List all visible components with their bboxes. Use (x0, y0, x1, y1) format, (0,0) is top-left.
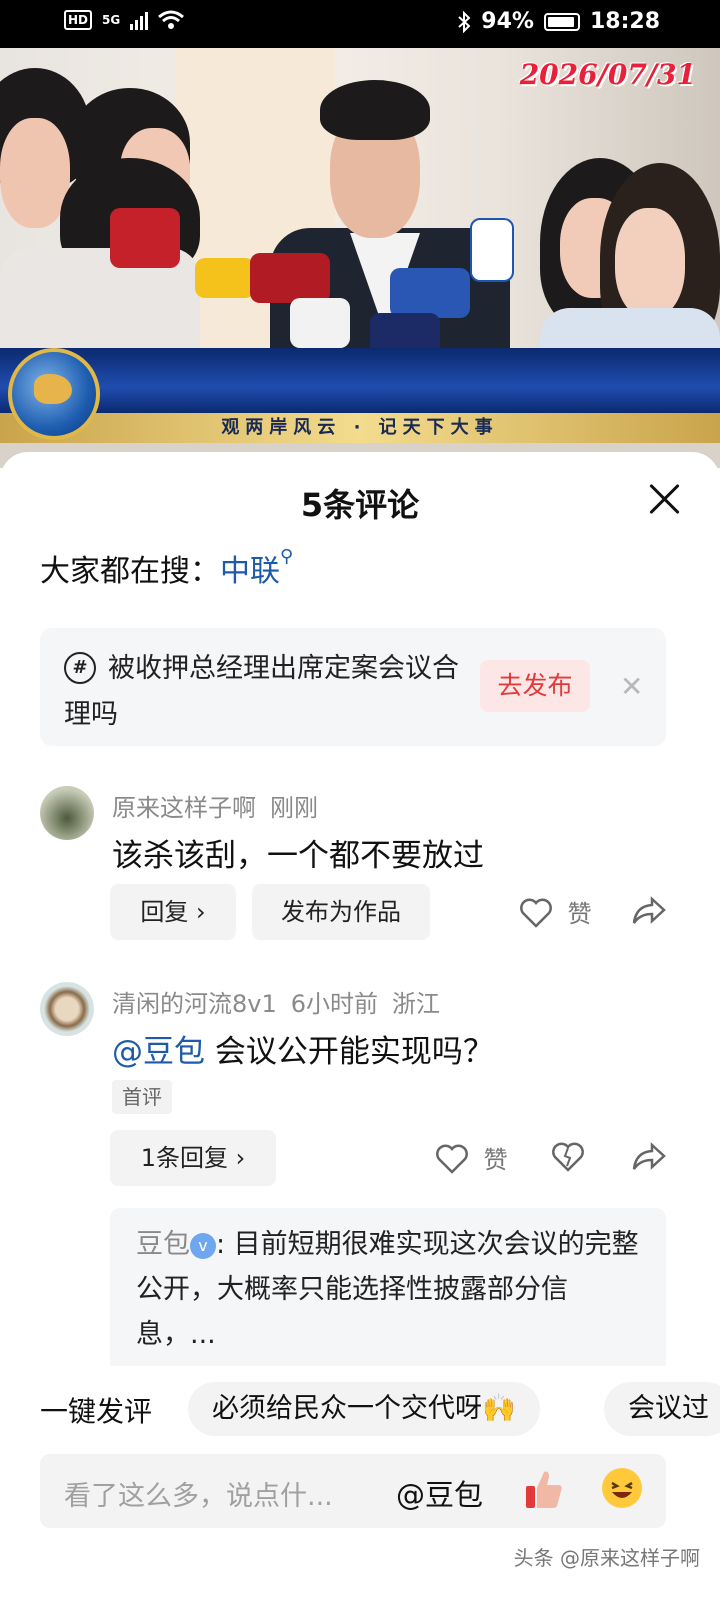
comment-time: 6小时前 (290, 990, 379, 1018)
avatar[interactable] (40, 786, 94, 840)
verified-icon: v (190, 1233, 216, 1259)
like-button[interactable]: 赞 (520, 894, 592, 929)
comment-text: 该杀该刮，一个都不要放过 (112, 838, 484, 874)
wifi-icon (158, 10, 185, 29)
news-ticker: 观两岸风云 · 记天下大事 (0, 413, 720, 443)
network-label: 5G (102, 13, 121, 27)
battery-percent: 94% (481, 9, 534, 34)
watermark: 头条 @原来这样子啊 (513, 1546, 700, 1570)
publish-topic-button[interactable]: 去发布 (480, 660, 590, 712)
reply-author: 豆包 (136, 1229, 190, 1260)
like-label: 赞 (483, 1146, 508, 1174)
chevron-right-icon: › (196, 898, 206, 926)
chevron-right-icon: › (235, 1144, 246, 1172)
broken-heart-icon[interactable] (552, 1142, 584, 1172)
video-player[interactable]: 观两岸风云 · 记天下大事 2026/07/31 (0, 48, 720, 468)
hd-icon: HD (64, 10, 93, 30)
bluetooth-icon (458, 10, 471, 33)
topic-text[interactable]: 被收押总经理出席定案会议合理吗 (64, 646, 484, 738)
comment-username[interactable]: 清闲的河流8v1 (112, 990, 277, 1018)
battery-icon (543, 12, 580, 31)
quick-comment-chip[interactable]: 会议过 (604, 1382, 720, 1436)
avatar[interactable] (40, 982, 94, 1036)
globe-logo (8, 348, 100, 440)
search-icon: ⚲ (280, 546, 294, 567)
share-icon[interactable] (632, 896, 666, 926)
reply-preview[interactable]: 豆包 v: 目前短期很难实现这次会议的完整公开，大概率只能选择性披露部分信息，..… (110, 1208, 666, 1388)
comment-location: 浙江 (392, 990, 441, 1018)
like-button[interactable]: 赞 (436, 1140, 508, 1175)
sheet-title: 5条评论 (300, 486, 420, 524)
quick-comment-label: 一键发评 (40, 1395, 153, 1428)
trending-label: 大家都在搜： (40, 554, 220, 589)
comment-text: @豆包 会议公开能实现吗？ (112, 1034, 494, 1070)
date-stamp: 2026/07/31 (519, 58, 696, 91)
emoji-icon[interactable] (602, 1468, 642, 1508)
publish-as-work-button[interactable]: 发布为作品 (252, 884, 430, 940)
quick-comment-chip[interactable]: 必须给民众一个交代呀🙌 (188, 1382, 540, 1436)
heart-icon (436, 1144, 468, 1174)
dismiss-icon[interactable]: ✕ (620, 670, 643, 703)
news-banner: 观两岸风云 · 记天下大事 (0, 348, 720, 443)
mention-doubao-button[interactable]: @豆包 (396, 1472, 483, 1514)
close-icon[interactable] (648, 482, 682, 516)
status-bar: HD 5G 94% 18:28 (0, 0, 720, 48)
like-label: 赞 (567, 900, 592, 928)
trending-term[interactable]: 中联 (220, 554, 280, 589)
clock: 18:28 (589, 9, 660, 34)
trending-search: 大家都在搜：中联⚲ (40, 546, 293, 590)
comment-input[interactable]: 看了这么多，说点什... @豆包 (40, 1454, 666, 1528)
reply-button[interactable]: 回复 › (110, 884, 236, 940)
heart-icon (520, 898, 552, 928)
share-icon[interactable] (632, 1142, 666, 1172)
topic-card: # 被收押总经理出席定案会议合理吗 去发布 ✕ (40, 628, 666, 746)
thumbs-up-icon[interactable] (524, 1468, 564, 1510)
view-replies-button[interactable]: 1条回复 › (110, 1130, 276, 1186)
comment-username[interactable]: 原来这样子啊 (112, 794, 256, 822)
signal-icon (130, 10, 149, 30)
quick-comment-row: 一键发评 必须给民众一个交代呀🙌 会议过 (0, 1366, 720, 1450)
first-comment-tag: 首评 (112, 1080, 172, 1114)
mention-link[interactable]: @豆包 (112, 1034, 205, 1070)
comment-placeholder: 看了这么多，说点什... (64, 1481, 333, 1512)
comment-time: 刚刚 (270, 794, 318, 822)
